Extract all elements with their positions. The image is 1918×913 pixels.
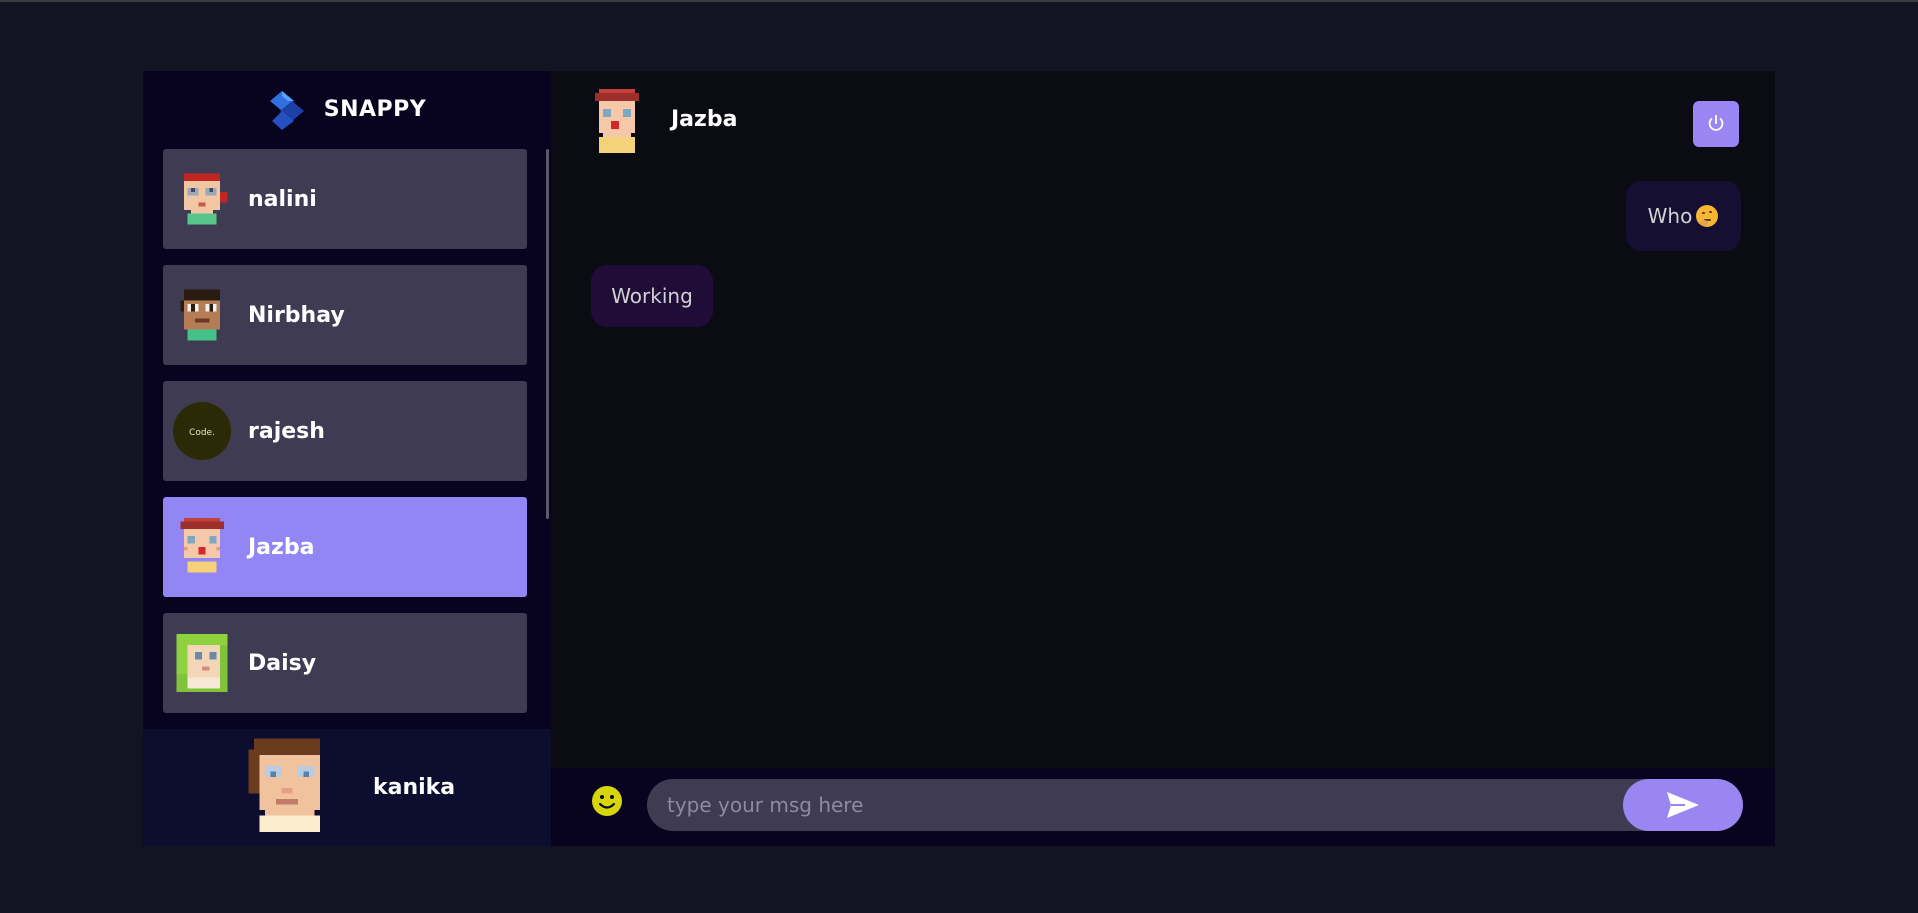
thinking-face-emoji [1696,205,1719,227]
jazba-avatar [180,518,224,573]
contact-list-scrollbar[interactable] [546,149,549,519]
daisy-avatar [176,634,228,692]
chat-panel: Jazba Who Working [551,71,1775,846]
contact-item-rajesh[interactable]: Code. rajesh [163,381,527,481]
message-sent: Who [1626,181,1741,251]
contact-name: Nirbhay [248,302,345,328]
chat-contact-name: Jazba [671,107,738,132]
svg-text:Code.: Code. [189,428,215,438]
sidebar: SNAPPY nalini Nirbhay Code. rajesh Jazba… [143,71,551,846]
send-button[interactable] [1623,779,1743,831]
contact-name: rajesh [248,418,325,444]
snappy-logo-icon [269,90,304,130]
message-received: Working [591,265,713,327]
current-user-name: kanika [373,775,456,800]
jazba-avatar [595,89,639,153]
code-logo-avatar: Code. [173,402,231,460]
message-input[interactable] [647,779,1739,831]
contact-list: nalini Nirbhay Code. rajesh Jazba Daisy [163,149,527,801]
brand-name: SNAPPY [323,97,427,122]
nirbhay-avatar [180,289,221,341]
smiley-icon[interactable] [591,785,623,817]
brand: SNAPPY [143,71,551,148]
logout-button[interactable] [1693,101,1739,147]
chat-header: Jazba [551,71,1775,171]
chat-app-container: SNAPPY nalini Nirbhay Code. rajesh Jazba… [143,71,1775,846]
kanika-avatar [248,738,320,832]
nalini-avatar [183,173,228,225]
contact-name: nalini [248,186,317,212]
window-top-border [0,0,1918,2]
power-icon [1708,114,1724,131]
contact-name: Jazba [248,534,315,560]
contact-item-daisy[interactable]: Daisy [163,613,527,713]
message-input-bar [551,768,1775,846]
message-list: Who Working [551,181,1775,726]
message-text: Working [611,284,693,308]
contact-item-jazba[interactable]: Jazba [163,497,527,597]
contact-item-nirbhay[interactable]: Nirbhay [163,265,527,365]
send-icon [1667,792,1699,818]
message-text: Who [1647,204,1693,228]
current-user-panel: kanika [143,729,551,846]
contact-name: Daisy [248,650,317,676]
contact-item-nalini[interactable]: nalini [163,149,527,249]
